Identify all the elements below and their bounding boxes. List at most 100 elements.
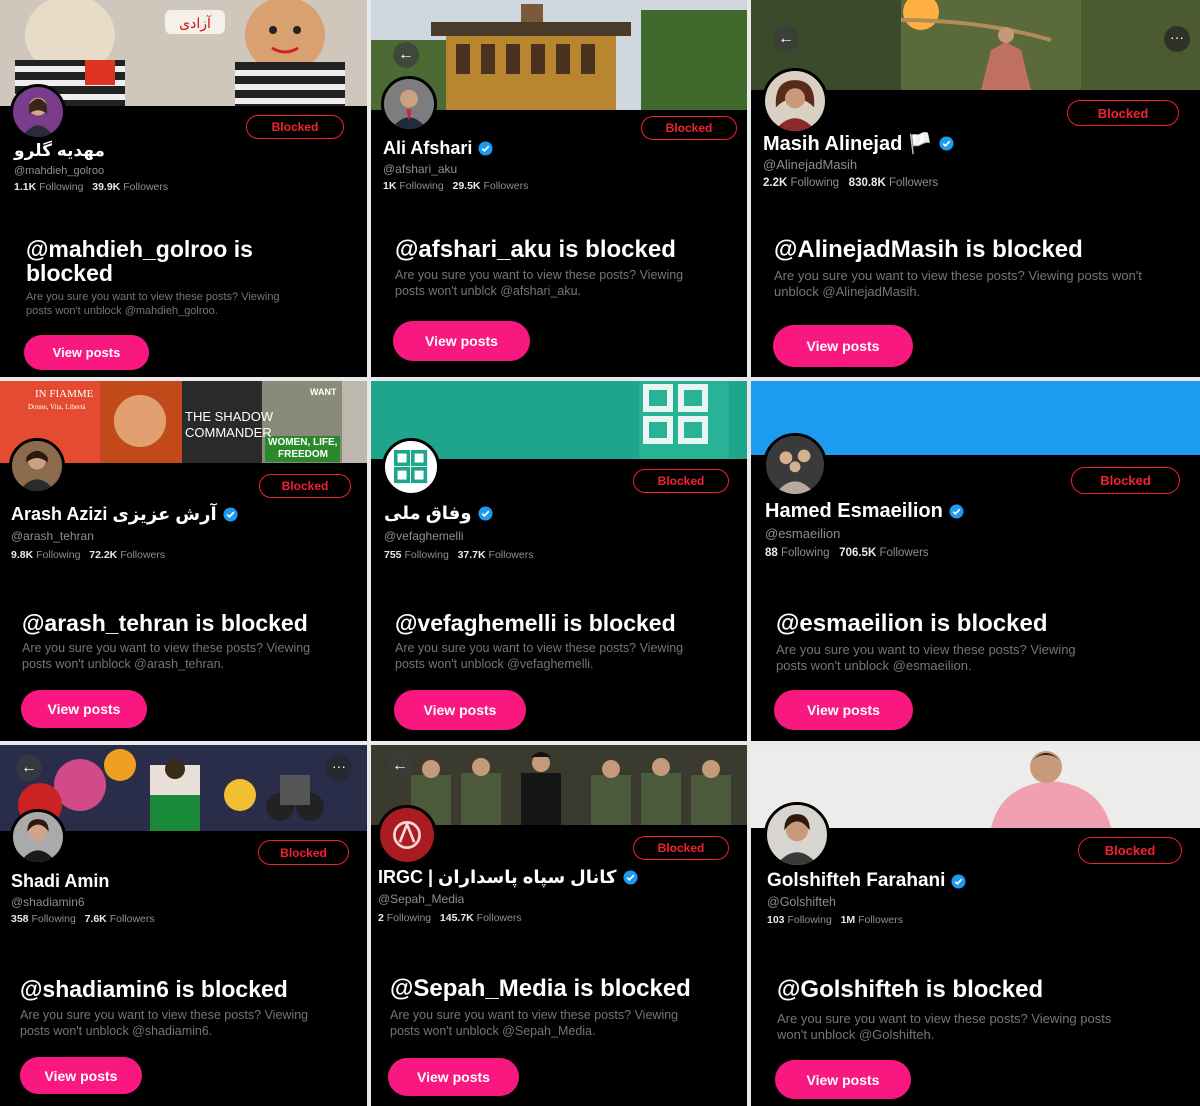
following-count[interactable]: 755 <box>384 549 402 561</box>
blocked-description: Are you sure you want to view these post… <box>395 641 684 671</box>
blocked-description: Are you sure you want to view these post… <box>774 268 1142 300</box>
followers-label: Followers <box>476 912 522 924</box>
banner-text-freedom: FREEDOM <box>278 449 328 460</box>
view-posts-button[interactable]: View posts <box>20 1057 142 1094</box>
banner-text-want: WANT <box>310 387 337 397</box>
following-label: Following <box>36 549 81 561</box>
following-count[interactable]: 1.1K <box>14 181 36 193</box>
avatar[interactable] <box>762 68 828 134</box>
blocked-button[interactable]: Blocked <box>1078 837 1182 864</box>
followers-count[interactable]: 830.8K <box>849 177 886 189</box>
blocked-headline: @vefaghemelli is blocked <box>395 610 676 636</box>
view-posts-button[interactable]: View posts <box>24 335 149 370</box>
view-posts-button[interactable]: View posts <box>388 1058 519 1096</box>
profile-handle: @esmaeilion <box>765 526 841 541</box>
blocked-button[interactable]: Blocked <box>1067 100 1179 126</box>
view-posts-button[interactable]: View posts <box>775 1060 911 1099</box>
more-options-icon[interactable]: ··· <box>326 755 352 781</box>
blocked-button[interactable]: Blocked <box>633 469 729 493</box>
following-label: Following <box>790 177 840 189</box>
blocked-headline: @esmaeilion is blocked <box>776 610 1048 637</box>
profile-handle: @AlinejadMasih <box>763 157 858 172</box>
blocked-button[interactable]: Blocked <box>258 840 349 865</box>
blocked-button[interactable]: Blocked <box>259 474 351 498</box>
following-count[interactable]: 358 <box>11 913 29 925</box>
avatar[interactable] <box>381 76 437 132</box>
followers-count[interactable]: 7.6K <box>85 913 107 925</box>
followers-count[interactable]: 145.7K <box>440 912 474 924</box>
profile-name: Golshifteh Farahani <box>767 870 966 892</box>
avatar[interactable] <box>763 433 827 497</box>
screenshot-collage: آزادی Blocked مهدیه گلرو @mahdieh_golroo… <box>0 0 1200 1106</box>
following-count[interactable]: 2 <box>378 912 384 924</box>
profile-panel: Blocked Golshifteh Farahani @Golshifteh … <box>751 745 1200 1106</box>
blocked-headline: @AlinejadMasih is blocked <box>774 236 1083 263</box>
profile-name: Hamed Esmaeilion <box>765 500 964 523</box>
following-count[interactable]: 103 <box>767 914 785 926</box>
following-count[interactable]: 2.2K <box>763 177 787 189</box>
more-options-icon[interactable]: ··· <box>1164 26 1190 52</box>
profile-panel: آزادی Blocked مهدیه گلرو @mahdieh_golroo… <box>0 0 367 377</box>
followers-count[interactable]: 37.7K <box>458 549 486 561</box>
banner-text-women: WOMEN, LIFE, <box>268 437 338 448</box>
avatar[interactable] <box>377 805 437 865</box>
blocked-headline: @mahdieh_golroo is blocked <box>26 236 253 287</box>
followers-label: Followers <box>120 549 166 561</box>
profile-stats: 2.2K Following 830.8K Followers <box>763 177 938 189</box>
profile-panel: ← Blocked Ali Afshari @afshari_aku 1K Fo… <box>371 0 747 377</box>
banner-text-shadow: THE SHADOW <box>185 409 274 424</box>
followers-count[interactable]: 72.2K <box>89 549 117 561</box>
banner-text-fiamme-sub: Donne, Vita, Libertà <box>28 403 86 411</box>
view-posts-button[interactable]: View posts <box>773 325 913 367</box>
verified-badge-icon <box>939 136 954 151</box>
following-label: Following <box>386 912 432 924</box>
profile-stats: 755 Following 37.7K Followers <box>384 549 533 561</box>
verified-badge-icon <box>949 504 964 519</box>
view-posts-button[interactable]: View posts <box>393 321 530 361</box>
following-count[interactable]: 1K <box>383 180 396 192</box>
following-count[interactable]: 88 <box>765 547 778 559</box>
profile-handle: @Golshifteh <box>767 895 836 909</box>
followers-count[interactable]: 1M <box>841 914 856 926</box>
name-text: Hamed Esmaeilion <box>765 500 943 522</box>
profile-name: وفاق ملی <box>384 503 493 524</box>
blocked-button[interactable]: Blocked <box>633 836 729 860</box>
back-arrow-icon[interactable]: ← <box>393 42 419 68</box>
following-count[interactable]: 9.8K <box>11 549 33 561</box>
verified-badge-icon <box>478 141 493 156</box>
avatar[interactable] <box>764 802 830 868</box>
avatar[interactable] <box>10 84 66 140</box>
profile-stats: 358 Following 7.6K Followers <box>11 913 155 925</box>
profile-name: Masih Alinejad 🏳️ <box>763 131 954 156</box>
followers-count[interactable]: 39.9K <box>92 181 120 193</box>
view-posts-button[interactable]: View posts <box>774 690 913 730</box>
blocked-button[interactable]: Blocked <box>1071 467 1180 494</box>
profile-handle: @vefaghemelli <box>384 529 464 543</box>
profile-handle: @mahdieh_golroo <box>14 165 105 177</box>
back-arrow-icon[interactable]: ← <box>773 26 799 52</box>
blocked-headline: @afshari_aku is blocked <box>395 236 676 263</box>
followers-count[interactable]: 706.5K <box>839 547 876 559</box>
blocked-button[interactable]: Blocked <box>246 115 344 139</box>
verified-badge-icon <box>951 873 966 889</box>
avatar[interactable] <box>10 809 66 865</box>
followers-count[interactable]: 29.5K <box>452 180 480 192</box>
profile-handle: @shadiamin6 <box>11 895 85 909</box>
profile-panel: IN FIAMME Donne, Vita, Libertà THE SHADO… <box>0 381 367 741</box>
followers-label: Followers <box>483 180 529 192</box>
avatar[interactable] <box>9 438 65 494</box>
following-label: Following <box>787 914 832 926</box>
back-arrow-icon[interactable]: ← <box>16 755 42 781</box>
name-text: Masih Alinejad 🏳️ <box>763 133 933 155</box>
followers-label: Followers <box>123 181 169 193</box>
view-posts-button[interactable]: View posts <box>21 690 147 728</box>
name-text: Golshifteh Farahani <box>767 870 946 891</box>
following-label: Following <box>31 913 76 925</box>
name-text: وفاق ملی <box>384 503 472 523</box>
view-posts-button[interactable]: View posts <box>394 690 526 730</box>
blocked-button[interactable]: Blocked <box>641 116 737 140</box>
avatar[interactable] <box>382 438 440 496</box>
back-arrow-icon[interactable]: ← <box>387 753 413 779</box>
profile-panel: Blocked وفاق ملی @vefaghemelli 755 Follo… <box>371 381 747 741</box>
following-label: Following <box>399 180 444 192</box>
